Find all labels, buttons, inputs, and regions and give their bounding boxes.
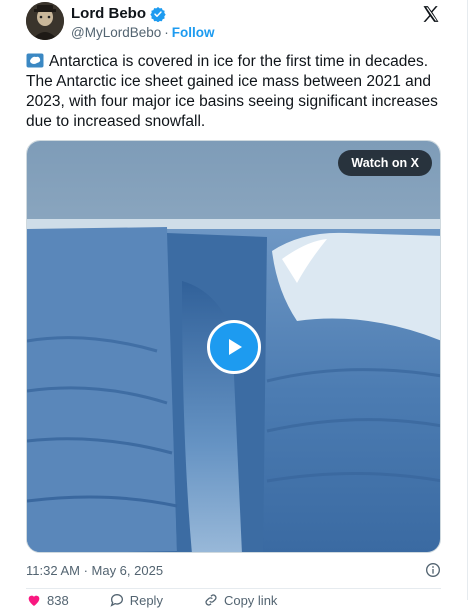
tweet-body: Antarctica is covered in ice for the fir… — [26, 53, 438, 130]
x-logo-icon[interactable] — [421, 4, 441, 24]
tweet-text: Antarctica is covered in ice for the fir… — [26, 52, 446, 132]
reply-button[interactable]: Reply — [109, 592, 163, 608]
author-name[interactable]: Lord Bebo — [71, 5, 146, 22]
like-button[interactable]: 838 — [26, 592, 69, 608]
play-button[interactable] — [207, 320, 261, 374]
watch-on-x-button[interactable]: Watch on X — [338, 150, 432, 176]
link-icon — [205, 594, 217, 606]
tweet-actions: 838 Reply Copy link — [26, 592, 277, 608]
copy-link-button[interactable]: Copy link — [203, 592, 277, 608]
avatar-image — [26, 2, 64, 40]
snowflake-emoji-icon — [26, 53, 44, 68]
follow-button[interactable]: Follow — [172, 25, 215, 40]
like-count: 838 — [47, 592, 69, 608]
info-icon[interactable] — [425, 562, 441, 578]
reply-label: Reply — [129, 592, 163, 608]
video-player[interactable]: Watch on X — [26, 140, 441, 553]
verified-badge-icon — [150, 6, 166, 22]
copy-link-label: Copy link — [223, 592, 278, 608]
avatar[interactable] — [26, 2, 64, 40]
reply-icon — [110, 594, 123, 607]
tweet-card: Lord Bebo @MyLordBebo · Follow Antarctic… — [0, 0, 468, 608]
author-handle[interactable]: @MyLordBebo — [71, 25, 161, 40]
tweet-timestamp[interactable]: 11:32 AM · May 6, 2025 — [26, 563, 163, 578]
author-handle-row: @MyLordBebo · Follow — [71, 25, 215, 40]
play-icon — [229, 339, 242, 355]
divider — [26, 588, 441, 589]
separator-dot: · — [164, 25, 169, 40]
author-name-row: Lord Bebo — [71, 5, 166, 22]
heart-icon — [28, 595, 40, 606]
